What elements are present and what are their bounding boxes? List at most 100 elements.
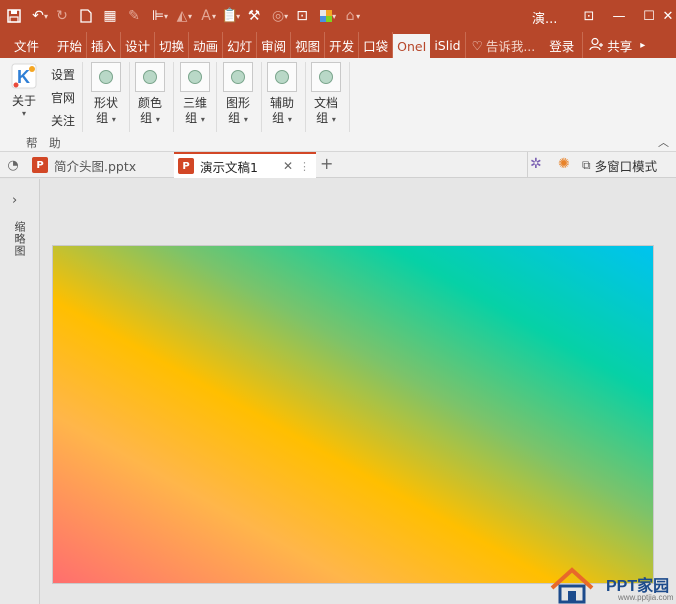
user-icon: [589, 37, 604, 54]
close-icon[interactable]: ✕: [660, 0, 676, 32]
paste-dropdown-icon[interactable]: ▾: [236, 12, 240, 21]
document-group-label: 文档: [313, 96, 338, 110]
tab-transitions[interactable]: 切换: [155, 32, 190, 58]
tab-label: 切换: [159, 38, 185, 54]
share-button[interactable]: 共享: [582, 32, 638, 58]
tab-label: 开始: [57, 38, 83, 54]
tab-label: 审阅: [261, 38, 287, 54]
quick-access-toolbar: ↶ ▾ ↻ ▦ ✎ ⊫ ▾ ◭ ▾ A ▾ 📋 ▾ ⚒ ◎ ▾ ⊡ ▾ ⌂ ▾ …: [0, 0, 676, 32]
tab-view[interactable]: 视图: [291, 32, 326, 58]
tab-label: 动画: [193, 38, 219, 54]
settings-gear-icon[interactable]: ✺: [558, 156, 570, 172]
new-tab-icon[interactable]: +: [320, 154, 333, 173]
expand-panel-icon[interactable]: ›: [12, 193, 17, 208]
color-group-button[interactable]: 颜色 组 ▾: [132, 62, 168, 128]
tab-design[interactable]: 设计: [121, 32, 156, 58]
tab-review[interactable]: 审阅: [257, 32, 292, 58]
group-suffix-label: 组: [185, 111, 198, 125]
group-separator: [216, 62, 217, 132]
slide-canvas[interactable]: [52, 245, 654, 584]
minimize-icon[interactable]: —: [604, 0, 634, 32]
new-document-icon[interactable]: [74, 0, 98, 32]
3d-group-icon: [180, 62, 210, 92]
pptx-file-icon: P: [32, 157, 48, 173]
tab-label: 幻灯: [227, 38, 253, 54]
tab-insert[interactable]: 插入: [87, 32, 122, 58]
tab-slideshow[interactable]: 幻灯: [223, 32, 258, 58]
customize-toolbar-icon[interactable]: ▾: [356, 12, 360, 21]
align-dropdown-icon[interactable]: ▾: [164, 12, 168, 21]
redo-icon[interactable]: ↻: [50, 0, 74, 32]
font-color-dropdown-icon[interactable]: ▾: [212, 12, 216, 21]
color-group-label: 颜色: [137, 96, 162, 110]
settings-link[interactable]: 设置: [51, 66, 75, 83]
document-group-button[interactable]: 文档 组 ▾: [308, 62, 344, 128]
document-tab[interactable]: P 简介头图.pptx: [30, 152, 172, 178]
collapse-ribbon-icon[interactable]: ︿: [658, 134, 669, 150]
tab-label: 文件: [14, 38, 40, 54]
tab-islide[interactable]: iSlid: [430, 32, 466, 58]
dropdown-caret-icon: ▾: [243, 115, 248, 124]
tab-animations[interactable]: 动画: [189, 32, 224, 58]
shape-group-icon: [91, 62, 121, 92]
document-tab-bar: ◔ P 简介头图.pptx P 演示文稿1 ✕ ⋮ + ✲ ✺ ⧉ 多窗口模式: [0, 152, 676, 178]
group-suffix-label: 组: [272, 111, 285, 125]
shape-group-button[interactable]: 形状 组 ▾: [88, 62, 124, 128]
magic-star-icon[interactable]: ✲: [530, 156, 542, 172]
svg-text:K: K: [17, 67, 30, 87]
dropdown-caret-icon: ▾: [200, 115, 205, 124]
ribbon-tab-bar: 文件 开始 插入 设计 切换 动画 幻灯 审阅 视图 开发 口袋 OneI iS…: [0, 32, 676, 58]
follow-link[interactable]: 关注: [51, 112, 75, 129]
login-button[interactable]: 登录: [541, 32, 582, 58]
window-title: 演...: [532, 12, 558, 27]
document-tab-name: 演示文稿1: [200, 159, 258, 175]
document-tab-active[interactable]: P 演示文稿1 ✕ ⋮: [174, 152, 316, 178]
tab-list-icon[interactable]: ◔: [4, 156, 22, 174]
tab-pocket[interactable]: 口袋: [359, 32, 394, 58]
multi-window-button[interactable]: ⧉ 多窗口模式: [582, 152, 657, 178]
3d-group-button[interactable]: 三维 组 ▾: [177, 62, 213, 128]
group-separator: [305, 62, 306, 132]
lightbulb-icon: ♡: [471, 37, 483, 53]
tab-onekey[interactable]: OneI: [393, 34, 431, 58]
ribbon-display-options-icon[interactable]: ⊡: [574, 0, 604, 32]
group-suffix-label: 组: [316, 111, 329, 125]
undo-dropdown-icon[interactable]: ▾: [44, 12, 48, 21]
tab-home[interactable]: 开始: [53, 32, 88, 58]
graphic-group-button[interactable]: 图形 组 ▾: [220, 62, 256, 128]
pptx-file-icon: P: [178, 158, 194, 174]
dropdown-caret-icon: ▾: [111, 115, 116, 124]
color-swatch-dropdown-icon[interactable]: ▾: [332, 12, 336, 21]
group-separator: [129, 62, 130, 132]
dropdown-caret-icon: ▾: [331, 115, 336, 124]
assist-group-button[interactable]: 辅助 组 ▾: [264, 62, 300, 128]
tab-file[interactable]: 文件: [0, 32, 53, 58]
onekey-logo-icon: K: [10, 62, 38, 90]
tab-label: 口袋: [363, 38, 389, 54]
close-tab-icon[interactable]: ✕: [283, 159, 293, 173]
tab-developer[interactable]: 开发: [325, 32, 360, 58]
thumbnail-panel-label[interactable]: 缩略图: [11, 221, 27, 257]
group-separator: [261, 62, 262, 132]
group-separator: [173, 62, 174, 132]
about-button[interactable]: K 关于 ▾: [8, 62, 40, 128]
eyedropper-icon[interactable]: ✎: [122, 0, 146, 32]
save-icon[interactable]: [2, 0, 26, 32]
dropdown-caret-icon: ▾: [287, 115, 292, 124]
shape-outline-dropdown-icon[interactable]: ▾: [284, 12, 288, 21]
crop-icon[interactable]: ⊡: [290, 0, 314, 32]
dropdown-caret-icon: ▾: [155, 115, 160, 124]
color-group-icon: [135, 62, 165, 92]
magic-wand-icon[interactable]: ⚒: [242, 0, 266, 32]
tab-label: 插入: [91, 38, 117, 54]
tab-menu-icon[interactable]: ⋮: [299, 160, 310, 173]
watermark: PPT家园 www.pptjia.com: [548, 566, 676, 604]
official-site-link[interactable]: 官网: [51, 89, 75, 106]
shape-fill-dropdown-icon[interactable]: ▾: [188, 12, 192, 21]
multi-window-icon: ⧉: [582, 157, 591, 172]
ribbon-scroll-right-icon[interactable]: ▸: [638, 32, 645, 58]
layout-grid-icon[interactable]: ▦: [98, 0, 122, 32]
tell-me-search[interactable]: ♡ 告诉我...: [466, 32, 542, 58]
share-label: 共享: [607, 38, 633, 54]
watermark-url: www.pptjia.com: [618, 593, 674, 602]
